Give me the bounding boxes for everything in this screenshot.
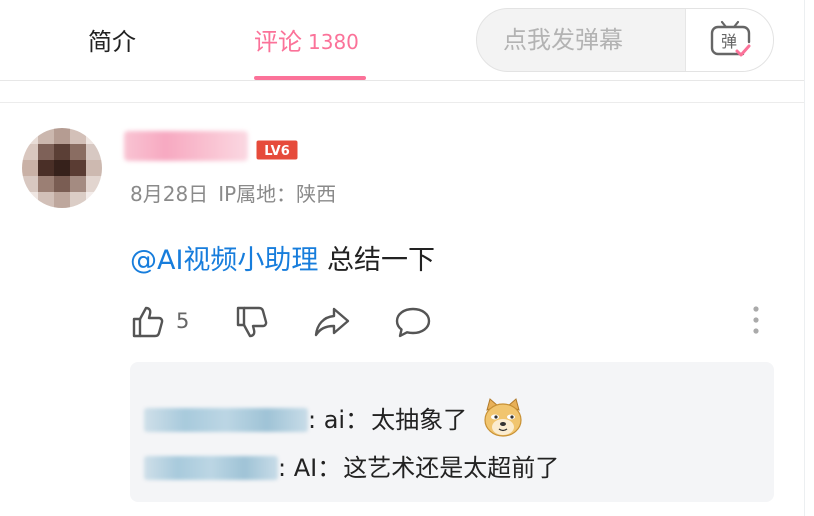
comment-meta: 8月28日 IP属地：陕西 (130, 178, 346, 207)
danmaku-toggle-button[interactable]: 弹 (685, 9, 773, 71)
comment-date: 8月28日 (130, 182, 209, 206)
danmaku-input[interactable] (477, 9, 685, 71)
comment-text: @AI视频小助理 总结一下 (130, 238, 435, 277)
reply-item[interactable]: : ai：太抽象了 (130, 398, 525, 438)
reply-separator: : AI： (278, 454, 342, 482)
tab-comments[interactable]: 评论 1380 (254, 22, 359, 57)
like-count: 5 (176, 309, 190, 333)
tab-comments-count: 1380 (308, 30, 359, 54)
reply-text: 这艺术还是太超前了 (343, 454, 560, 482)
username-blurred[interactable] (124, 131, 248, 161)
tab-bar: 简介 评论1380 弹 (0, 0, 804, 81)
level-badge: LV6 (256, 140, 298, 160)
thumbs-up-icon[interactable] (130, 304, 166, 340)
comment-ip-location: IP属地：陕西 (218, 182, 337, 206)
reply-item[interactable]: : AI：这艺术还是太超前了 (130, 448, 559, 483)
reply-preview-box[interactable]: : ai：太抽象了 : AI：这艺术还是太超前了 (130, 362, 774, 502)
reply-separator: : ai： (308, 406, 370, 434)
active-tab-indicator (254, 76, 366, 80)
avatar[interactable] (22, 128, 102, 208)
tab-intro[interactable]: 简介 (88, 22, 136, 57)
comment-page: 简介 评论1380 弹 (0, 0, 805, 516)
comment-body: 总结一下 (318, 245, 436, 276)
more-vertical-icon[interactable] (748, 304, 764, 336)
reply-username-blurred[interactable] (144, 408, 308, 432)
thumbs-down-icon[interactable] (234, 304, 270, 340)
danmaku-icon: 弹 (710, 20, 751, 57)
reply-text: 太抽象了 (371, 406, 468, 434)
mention-link[interactable]: @AI视频小助理 (130, 245, 318, 276)
reply-icon[interactable] (394, 304, 432, 340)
level-badge-text: LV6 (264, 144, 290, 159)
section-divider (0, 102, 804, 103)
share-icon[interactable] (313, 304, 351, 340)
danmaku-icon-label: 弹 (721, 32, 737, 51)
doge-emoji (484, 398, 522, 437)
tab-comments-label: 评论 (254, 28, 302, 56)
reply-username-blurred[interactable] (144, 456, 278, 480)
danmaku-bar: 弹 (476, 8, 774, 72)
